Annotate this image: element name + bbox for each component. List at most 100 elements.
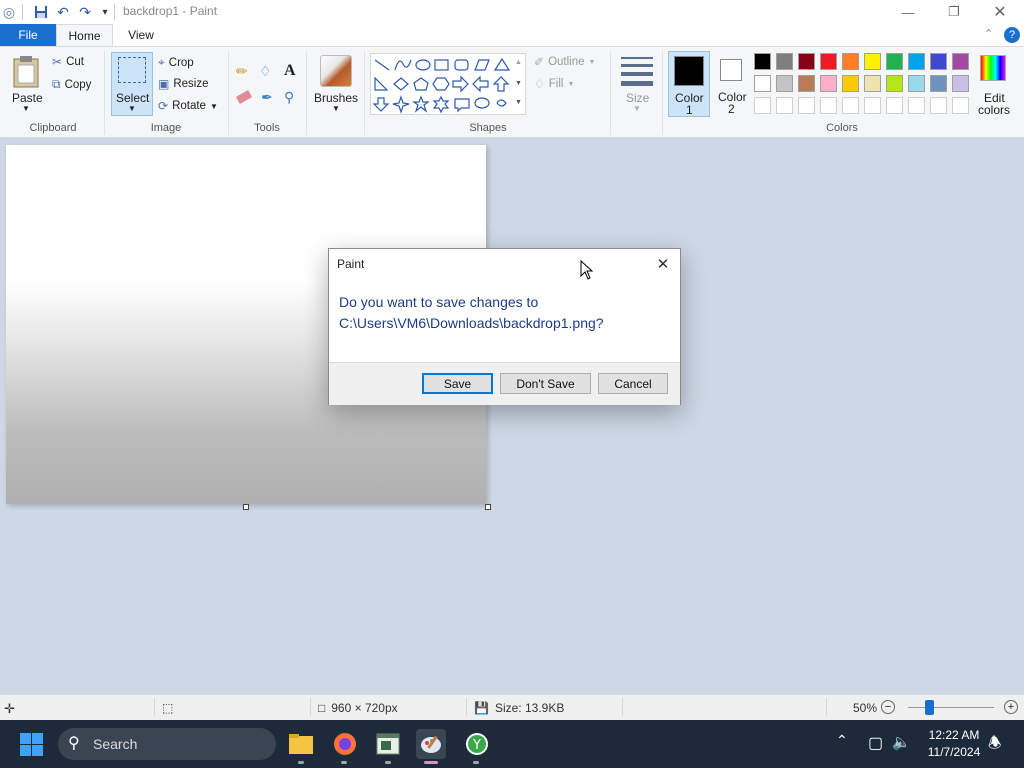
taskbar-search[interactable]: ⚲ Search: [58, 728, 276, 760]
shapes-scroll-up-icon[interactable]: ▲: [515, 59, 522, 66]
color2-button[interactable]: Color 2: [712, 51, 752, 117]
pencil-icon[interactable]: ✏: [236, 63, 248, 80]
fill-button[interactable]: ♢ Fill ▼: [534, 77, 574, 91]
undo-icon[interactable]: ↶: [54, 3, 72, 21]
zoom-in-icon[interactable]: +: [1004, 700, 1018, 714]
brush-icon: [320, 55, 352, 87]
eraser-icon[interactable]: [235, 90, 253, 104]
dimensions-text: 960 × 720px: [331, 701, 398, 715]
palette-color-swatch[interactable]: [842, 75, 859, 92]
zoom-out-icon[interactable]: −: [881, 700, 895, 714]
tab-home[interactable]: Home: [56, 24, 113, 46]
palette-custom-swatch[interactable]: [754, 97, 771, 114]
shapes-scroll-down-icon[interactable]: ▼: [515, 80, 522, 87]
size-dropdown-icon: ▼: [633, 104, 641, 113]
zoom-slider-thumb[interactable]: [925, 700, 934, 715]
help-icon[interactable]: ?: [1004, 27, 1020, 43]
magnifier-icon[interactable]: ⚲: [284, 89, 294, 106]
zoom-level: 50%: [853, 701, 878, 715]
palette-color-swatch[interactable]: [864, 53, 881, 70]
palette-custom-swatch[interactable]: [842, 97, 859, 114]
redo-icon[interactable]: ↷: [76, 3, 94, 21]
crop-icon: ⌖: [158, 55, 165, 69]
palette-color-swatch[interactable]: [776, 53, 793, 70]
color1-button[interactable]: Color 1: [668, 51, 710, 117]
palette-custom-swatch[interactable]: [820, 97, 837, 114]
outline-dropdown-icon: ▼: [588, 58, 596, 66]
cut-label: Cut: [66, 56, 84, 68]
save-icon[interactable]: [32, 3, 50, 21]
crop-button[interactable]: ⌖ Crop: [158, 55, 194, 70]
start-icon[interactable]: [20, 733, 43, 756]
palette-color-swatch[interactable]: [820, 75, 837, 92]
shapes-more-icon[interactable]: ▼: [515, 99, 522, 106]
palette-color-swatch[interactable]: [842, 53, 859, 70]
palette-color-swatch[interactable]: [908, 75, 925, 92]
select-button[interactable]: Select ▼: [111, 52, 153, 116]
dialog-message-line2: C:\Users\VM6\Downloads\backdrop1.png?: [339, 315, 604, 331]
palette-color-swatch[interactable]: [754, 75, 771, 92]
palette-color-swatch[interactable]: [820, 53, 837, 70]
shapes-gallery[interactable]: [370, 53, 526, 115]
yandex-browser-icon[interactable]: Y: [462, 729, 492, 759]
palette-color-swatch[interactable]: [776, 75, 793, 92]
cancel-button[interactable]: Cancel: [598, 373, 668, 394]
volume-icon[interactable]: 🔈: [892, 733, 911, 751]
outline-button[interactable]: ✐ Outline ▼: [534, 55, 595, 69]
palette-color-swatch[interactable]: [798, 75, 815, 92]
firefox-icon[interactable]: [330, 729, 360, 759]
palette-color-swatch[interactable]: [798, 53, 815, 70]
dialog-close-icon[interactable]: ✕: [651, 253, 675, 275]
fill-bucket-icon[interactable]: ♢: [259, 63, 272, 80]
palette-color-swatch[interactable]: [952, 53, 969, 70]
copy-button[interactable]: ⧉ Copy: [52, 77, 91, 92]
customize-quick-access-icon[interactable]: ▾: [96, 3, 114, 21]
edit-colors-button[interactable]: Edit colors: [976, 53, 1012, 119]
text-icon[interactable]: A: [284, 62, 296, 80]
palette-custom-swatch[interactable]: [952, 97, 969, 114]
dont-save-button[interactable]: Don't Save: [500, 373, 591, 394]
resize-button[interactable]: ▣ Resize: [158, 77, 209, 91]
tab-view[interactable]: View: [118, 24, 164, 46]
collapse-ribbon-icon[interactable]: ⌃: [984, 27, 993, 40]
clipboard-group-label: Clipboard: [29, 122, 77, 134]
canvas-resize-handle-corner[interactable]: [485, 504, 491, 510]
palette-custom-swatch[interactable]: [776, 97, 793, 114]
close-icon[interactable]: ✕: [977, 0, 1023, 24]
palette-color-swatch[interactable]: [930, 75, 947, 92]
zoom-slider[interactable]: [908, 700, 994, 715]
tab-file[interactable]: File: [0, 24, 56, 46]
network-icon[interactable]: ▢: [868, 733, 883, 753]
brushes-button[interactable]: Brushes ▼: [312, 53, 358, 117]
show-hidden-icons-chevron-icon[interactable]: ⌃: [836, 732, 848, 749]
save-button[interactable]: Save: [422, 373, 493, 394]
cut-button[interactable]: ✂ Cut: [52, 55, 84, 69]
app-window-icon[interactable]: [373, 729, 403, 759]
notification-bell-icon[interactable]: 🕭: [988, 733, 1001, 758]
palette-color-swatch[interactable]: [886, 53, 903, 70]
clock-time[interactable]: 12:22 AM: [918, 728, 990, 742]
size-button[interactable]: Size ▼: [616, 53, 658, 117]
palette-color-swatch[interactable]: [886, 75, 903, 92]
maximize-icon[interactable]: ❐: [931, 0, 977, 24]
color2-swatch: [720, 59, 742, 81]
palette-color-swatch[interactable]: [754, 53, 771, 70]
brushes-label: Brushes: [314, 91, 359, 105]
color-picker-icon[interactable]: ✒: [261, 89, 273, 106]
paint-taskbar-icon[interactable]: [416, 729, 446, 759]
clock-date[interactable]: 11/7/2024: [918, 745, 990, 759]
palette-custom-swatch[interactable]: [798, 97, 815, 114]
palette-custom-swatch[interactable]: [930, 97, 947, 114]
palette-color-swatch[interactable]: [952, 75, 969, 92]
paste-button[interactable]: Paste ▼: [8, 53, 44, 113]
canvas-resize-handle-bottom[interactable]: [243, 504, 249, 510]
palette-custom-swatch[interactable]: [864, 97, 881, 114]
minimize-icon[interactable]: —: [885, 0, 931, 24]
palette-color-swatch[interactable]: [864, 75, 881, 92]
file-explorer-icon[interactable]: [286, 729, 316, 759]
palette-custom-swatch[interactable]: [908, 97, 925, 114]
palette-color-swatch[interactable]: [908, 53, 925, 70]
palette-color-swatch[interactable]: [930, 53, 947, 70]
palette-custom-swatch[interactable]: [886, 97, 903, 114]
rotate-button[interactable]: ⟳ Rotate ▼: [158, 99, 218, 113]
